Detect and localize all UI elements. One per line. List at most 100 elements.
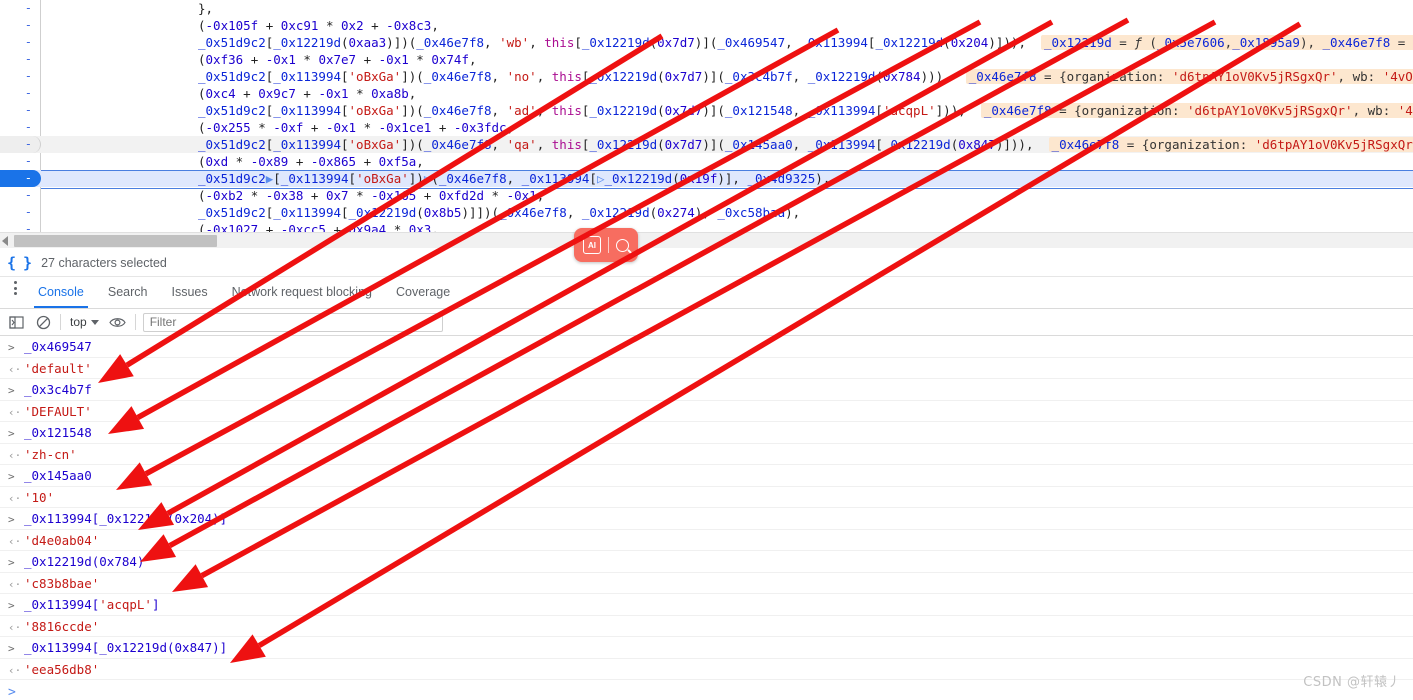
console-entries-list: > _0x469547 ‹·'default' > _0x3c4b7f ‹· 'DEFAUL…: [0, 336, 1413, 680]
devtools-window: -}, - (-0x105f + 0xc91 * 0x2 + -0x8c3, - _0x…: [0, 0, 1413, 700]
inline-evaluation-hint[interactable]: _0x46e7f8 = {organization: 'd6tpAY1oV0Kv…: [965, 69, 1413, 84]
console-input-entry[interactable]: > _0x113994[_0x12219d(0x847)]: [0, 637, 1413, 659]
console-output-entry[interactable]: ‹·'d4e0ab04': [0, 530, 1413, 551]
console-output-entry[interactable]: ‹·'zh-cn': [0, 444, 1413, 465]
braces-icon[interactable]: { }: [7, 254, 32, 272]
live-expression-eye-icon[interactable]: [108, 312, 128, 332]
line-gutter-marker[interactable]: -: [0, 170, 41, 187]
console-context-selector[interactable]: top: [68, 315, 101, 329]
line-gutter-marker[interactable]: -: [0, 0, 41, 17]
scroll-left-arrow-icon[interactable]: [2, 236, 8, 246]
code-line[interactable]: - _0x51d9c2[_0x113994['oBxGa'])(_0x46e7f8…: [0, 102, 1413, 119]
code-token: 0x274: [657, 205, 695, 220]
inline-evaluation-hint[interactable]: _0x46e7f8 = {organization: 'd6tpAY1oV0Kv…: [980, 103, 1413, 118]
code-token: )],: [717, 171, 748, 186]
console-output-entry[interactable]: ‹·'eea56db8': [0, 659, 1413, 680]
code-token: _0x12219d: [604, 171, 673, 186]
inline-evaluation-hint[interactable]: _0x12219d = ƒ (_0x5e7606,_0x1895a9), _0x…: [1041, 35, 1413, 50]
code-line[interactable]: - (0xf36 + -0x1 * 0x7e7 + -0x1 * 0x74f,: [0, 51, 1413, 68]
sources-code-pane[interactable]: -}, - (-0x105f + 0xc91 * 0x2 + -0x8c3, - _0x…: [0, 0, 1413, 232]
code-horizontal-scrollbar[interactable]: [0, 232, 1413, 248]
toolbar-divider: [60, 314, 61, 330]
console-output-entry[interactable]: ‹·'c83b8bae': [0, 573, 1413, 594]
code-line[interactable]: -},: [0, 0, 1413, 17]
code-token: ))),: [920, 69, 959, 84]
console-input-entry[interactable]: > _0x469547: [0, 336, 1413, 358]
line-gutter-marker[interactable]: -: [0, 17, 41, 34]
code-line[interactable]: - _0x51d9c2[_0x113994[_0x12219d(0x8b5)]])…: [0, 204, 1413, 221]
console-filter-input[interactable]: [142, 312, 443, 332]
console-output-entry[interactable]: ‹· '8816ccde': [0, 616, 1413, 637]
tab-coverage[interactable]: Coverage: [384, 277, 462, 308]
code-token: 0x9c7: [258, 86, 296, 101]
code-token: (: [198, 86, 206, 101]
line-gutter-marker[interactable]: -: [0, 136, 41, 153]
code-line-text: _0x51d9c2[_0x113994['oBxGa'])(_0x46e7f8,…: [48, 102, 1413, 119]
code-line[interactable]: - (0xc4 + 0x9c7 + -0x1 * 0xa8b,: [0, 85, 1413, 102]
kebab-menu-icon[interactable]: [4, 276, 26, 308]
console-output-entry[interactable]: ‹· 'DEFAULT': [0, 401, 1413, 422]
console-input-entry[interactable]: > _0x12219d(0x784): [0, 551, 1413, 573]
inline-evaluation-hint[interactable]: _0x46e7f8 = {organization: 'd6tpAY1oV0Kv…: [1048, 137, 1413, 152]
console-output-area[interactable]: > _0x469547 ‹·'default' > _0x3c4b7f ‹· 'DEFAUL…: [0, 336, 1413, 700]
code-token: _0x113994: [273, 137, 341, 152]
line-gutter-marker[interactable]: -: [0, 119, 41, 136]
code-token: ]): [408, 171, 424, 186]
code-line[interactable]: - _0x51d9c2[_0x113994['oBxGa'])(_0x46e7f8…: [0, 68, 1413, 85]
tab-console[interactable]: Console: [26, 277, 96, 308]
console-token: ]: [151, 597, 160, 612]
code-line[interactable]: - _0x51d9c2[_0x12219d(0xaa3)])(_0x46e7f8,…: [0, 34, 1413, 51]
console-output-entry[interactable]: ‹· '10': [0, 487, 1413, 508]
code-token: )](: [702, 137, 725, 152]
line-gutter-marker[interactable]: -: [0, 187, 41, 204]
console-output-entry[interactable]: ‹·'default': [0, 358, 1413, 379]
inline-hint-token: =: [1111, 35, 1135, 50]
code-line-text: _0x51d9c2▶[_0x113994['oBxGa'])▷(_0x46e7f…: [48, 170, 830, 187]
line-gutter-marker[interactable]: -: [0, 153, 41, 170]
line-gutter-marker[interactable]: -: [0, 102, 41, 119]
line-gutter-marker[interactable]: -: [0, 204, 41, 221]
console-input-entry[interactable]: > _0x121548: [0, 422, 1413, 444]
console-token: ): [136, 554, 145, 569]
code-line[interactable]: - _0x51d9c2[_0x113994['oBxGa'])(_0x46e7f8…: [0, 136, 1413, 153]
ai-search-floating-widget[interactable]: AI: [574, 228, 638, 262]
magnifier-icon[interactable]: [616, 238, 629, 252]
code-line[interactable]: - (-0x1027 + -0xcc5 + 0x9a4 * 0x3,: [0, 221, 1413, 232]
ai-scan-icon[interactable]: AI: [583, 236, 601, 254]
code-token: _0x145aa0: [724, 137, 793, 152]
code-token: ,: [785, 35, 801, 50]
console-input-entry[interactable]: > _0x113994[_0x12219d(0x204)]: [0, 508, 1413, 530]
code-token: 0xc4: [205, 86, 236, 101]
code-token: +: [258, 222, 281, 232]
code-line[interactable]: - (0xd * -0x89 + -0x865 + 0xf5a,: [0, 153, 1413, 170]
chevron-down-icon[interactable]: [90, 319, 99, 325]
tab-network-request-blocking[interactable]: Network request blocking: [220, 277, 384, 308]
code-token: 0x19f: [679, 171, 718, 186]
line-gutter-marker[interactable]: -: [0, 68, 41, 85]
code-line[interactable]: - (-0x105f + 0xc91 * 0x2 + -0x8c3,: [0, 17, 1413, 34]
code-token: (: [198, 222, 206, 232]
code-token: 'oBxGa': [348, 137, 402, 152]
clear-console-icon[interactable]: [33, 312, 53, 332]
horizontal-scroll-thumb[interactable]: [14, 235, 217, 247]
console-prompt[interactable]: >: [0, 680, 1413, 700]
code-token: [: [875, 103, 883, 118]
tab-issues[interactable]: Issues: [159, 277, 219, 308]
line-gutter-marker[interactable]: -: [0, 221, 41, 232]
code-token: 'acqpL': [882, 103, 936, 118]
code-token: _0x113994: [807, 137, 876, 152]
line-gutter-marker[interactable]: -: [0, 51, 41, 68]
tab-search[interactable]: Search: [96, 277, 160, 308]
line-gutter-marker[interactable]: -: [0, 34, 41, 51]
code-token: +: [325, 222, 349, 232]
console-input-entry[interactable]: > _0x113994['acqpL']: [0, 594, 1413, 616]
console-sidebar-icon[interactable]: [6, 312, 26, 332]
code-token: [: [348, 171, 357, 186]
code-token: _0x12219d: [348, 205, 417, 220]
code-line[interactable]: - (-0x255 * -0xf + -0x1 * -0x1ce1 + -0x3f…: [0, 119, 1413, 136]
code-line-selected[interactable]: - _0x51d9c2▶[_0x113994['oBxGa'])▷(_0x46e7…: [0, 170, 1413, 189]
code-line[interactable]: - (-0xb2 * -0x38 + 0x7 * -0x165 + 0xfd2d …: [0, 187, 1413, 204]
console-input-entry[interactable]: > _0x145aa0: [0, 465, 1413, 487]
console-input-entry[interactable]: > _0x3c4b7f: [0, 379, 1413, 401]
line-gutter-marker[interactable]: -: [0, 85, 41, 102]
